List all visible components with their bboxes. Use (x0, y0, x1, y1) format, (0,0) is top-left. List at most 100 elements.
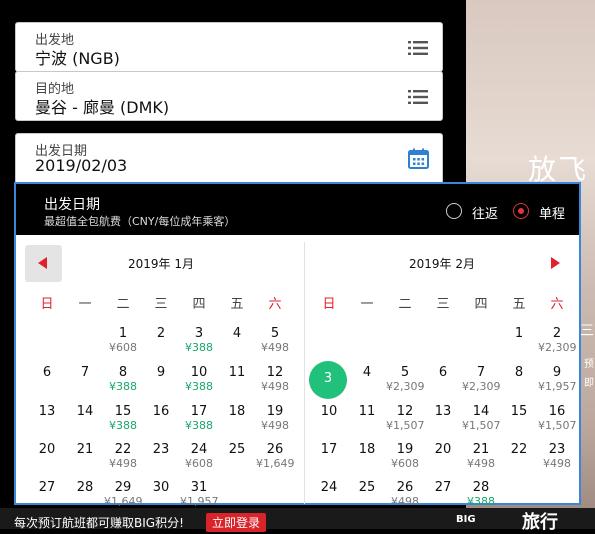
date-cell[interactable]: 20 (424, 440, 462, 476)
prev-month-arrow-left-icon[interactable] (25, 245, 62, 282)
date-cell[interactable]: 26 ¥498 (386, 478, 424, 514)
date-cell[interactable]: 23 ¥498 (538, 440, 576, 476)
date-cell[interactable]: 28 ¥388 (462, 478, 500, 514)
date-cell[interactable]: 12 ¥1,507 (386, 402, 425, 438)
date-number: 5 (400, 365, 410, 380)
date-cell[interactable]: 29 ¥1,649 (104, 478, 143, 514)
next-month-arrow-right-icon[interactable] (540, 245, 570, 282)
date-cell[interactable]: 16 ¥1,507 (538, 402, 577, 438)
date-cell[interactable]: 30 (142, 478, 180, 514)
fare-price: ¥1,957 (180, 495, 219, 508)
date-cell[interactable]: 19 ¥608 (386, 440, 424, 476)
date-cell[interactable]: 14 (66, 402, 104, 438)
date-cell[interactable]: 22 (500, 440, 538, 476)
date-number: 9 (156, 365, 166, 380)
fare-price: ¥1,507 (538, 419, 577, 432)
date-number: 10 (320, 404, 338, 419)
round-trip-radio[interactable] (446, 203, 462, 219)
date-cell[interactable]: 2 ¥2,309 (538, 324, 577, 360)
date-cell[interactable]: 3 ¥388 (180, 324, 218, 360)
round-trip-label[interactable]: 往返 (472, 203, 498, 222)
login-button[interactable]: 立即登录 (206, 513, 267, 532)
date-cell[interactable]: 22 ¥498 (104, 440, 142, 476)
weekday-header: 五 (230, 297, 244, 312)
date-cell[interactable]: 25 (218, 440, 256, 476)
date-number: 28 (472, 480, 490, 495)
destination-field[interactable]: 目的地 曼谷 - 廊曼 (DMK) (15, 71, 443, 121)
date-cell[interactable]: 27 (424, 478, 462, 514)
date-cell[interactable]: 10 (310, 402, 348, 438)
month-title: 2019年 1月 (128, 257, 194, 271)
one-way-radio[interactable] (513, 203, 529, 219)
weekday-header: 四 (474, 297, 488, 312)
date-cell[interactable]: 24 (310, 478, 348, 514)
date-cell[interactable]: 26 ¥1,649 (256, 440, 295, 476)
date-cell[interactable]: 27 (28, 478, 66, 514)
selected-date-cell[interactable]: 3 (309, 361, 347, 399)
date-cell[interactable]: 14 ¥1,507 (462, 402, 501, 438)
list-icon[interactable] (408, 89, 428, 105)
date-cell[interactable]: 15 ¥388 (104, 402, 142, 438)
date-number: 30 (152, 480, 170, 495)
date-cell[interactable]: 9 ¥1,957 (538, 363, 577, 399)
date-cell[interactable]: 6 (424, 363, 462, 399)
date-number: 21 (76, 442, 94, 457)
date-cell[interactable]: 11 (348, 402, 386, 438)
date-cell[interactable]: 11 (218, 363, 256, 399)
date-cell[interactable]: 18 (348, 440, 386, 476)
date-cell[interactable]: 7 (66, 363, 104, 399)
date-cell[interactable]: 12 ¥498 (256, 363, 294, 399)
date-number: 8 (118, 365, 128, 380)
date-cell[interactable]: 20 (28, 440, 66, 476)
hero-side-text: 预 (584, 359, 594, 370)
date-cell[interactable]: 28 (66, 478, 104, 514)
date-cell[interactable]: 15 (500, 402, 538, 438)
date-cell[interactable]: 4 (348, 363, 386, 399)
weekday-header: 二 (398, 297, 412, 312)
date-cell[interactable]: 9 (142, 363, 180, 399)
date-number: 15 (510, 404, 528, 419)
date-number: 29 (114, 480, 132, 495)
date-cell[interactable]: 2 (142, 324, 180, 360)
date-cell[interactable]: 13 (424, 402, 462, 438)
date-number: 1 (118, 326, 128, 341)
fare-price: ¥498 (261, 341, 289, 354)
date-cell[interactable]: 7 ¥2,309 (462, 363, 501, 399)
date-cell[interactable]: 13 (28, 402, 66, 438)
calendar-icon[interactable] (408, 148, 429, 169)
date-cell[interactable]: 17 (310, 440, 348, 476)
origin-field[interactable]: 出发地 宁波 (NGB) (15, 22, 443, 72)
date-cell[interactable]: 5 ¥498 (256, 324, 294, 360)
date-cell[interactable]: 21 (66, 440, 104, 476)
date-number: 12 (396, 404, 414, 419)
date-cell[interactable]: 5 ¥2,309 (386, 363, 425, 399)
date-cell[interactable]: 24 ¥608 (180, 440, 218, 476)
depart-date-field[interactable]: 出发日期 2019/02/03 (15, 133, 443, 187)
list-icon[interactable] (408, 40, 428, 56)
fare-price: ¥1,649 (104, 495, 143, 508)
date-cell[interactable]: 31 ¥1,957 (180, 478, 219, 514)
date-cell[interactable]: 1 (500, 324, 538, 360)
date-cell[interactable]: 6 (28, 363, 66, 399)
fare-price: ¥2,309 (538, 341, 577, 354)
date-number: 20 (38, 442, 56, 457)
date-number: 13 (38, 404, 56, 419)
date-picker-panel: 出发日期 最超值全包航费（CNY/每位成年乘客） 往返 单程 2019年 1月 … (14, 182, 581, 508)
weekday-header: 六 (268, 297, 282, 312)
date-number: 3 (323, 371, 333, 386)
date-cell[interactable]: 19 ¥498 (256, 402, 294, 438)
date-cell[interactable]: 18 (218, 402, 256, 438)
date-cell[interactable]: 10 ¥388 (180, 363, 218, 399)
date-cell[interactable]: 25 (348, 478, 386, 514)
one-way-label[interactable]: 单程 (539, 203, 565, 222)
date-cell[interactable]: 21 ¥498 (462, 440, 500, 476)
date-cell[interactable]: 8 (500, 363, 538, 399)
date-cell[interactable]: 17 ¥388 (180, 402, 218, 438)
date-cell[interactable]: 8 ¥388 (104, 363, 142, 399)
date-cell[interactable]: 16 (142, 402, 180, 438)
date-cell[interactable]: 1 ¥608 (104, 324, 142, 360)
fare-price: ¥2,309 (386, 380, 425, 393)
destination-value: 曼谷 - 廊曼 (DMK) (35, 98, 170, 117)
date-cell[interactable]: 23 (142, 440, 180, 476)
date-cell[interactable]: 4 (218, 324, 256, 360)
